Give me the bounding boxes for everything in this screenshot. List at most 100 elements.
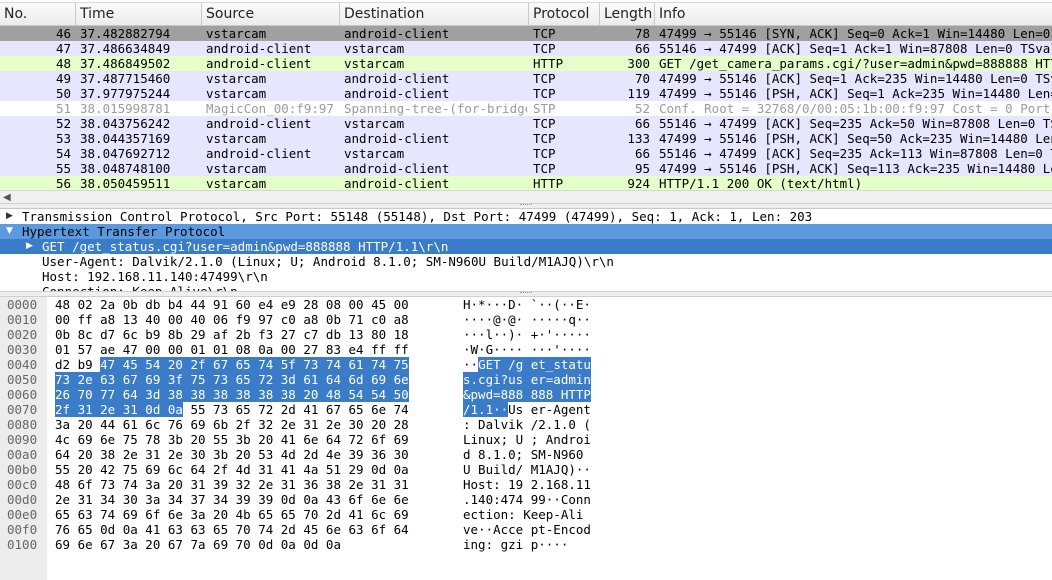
details-tree-item[interactable]: ▶ Transmission Control Protocol, Src Port…	[0, 209, 1052, 224]
bytes-ascii[interactable]: ··GET /g et_statu	[463, 357, 591, 372]
bytes-hex[interactable]: 0b 8c d7 6c b9 8b 29 af 2b f3 27 c7 db 1…	[55, 327, 409, 342]
packet-cell-protocol: TCP	[533, 41, 556, 56]
bytes-hex[interactable]: 64 20 38 2e 31 2e 30 3b 20 53 4d 2d 4e 3…	[55, 447, 409, 462]
bytes-hex[interactable]: d2 b9 47 45 54 20 2f 67 65 74 5f 73 74 6…	[55, 357, 409, 372]
details-tree-item[interactable]: Host: 192.168.11.140:47499\r\n	[0, 269, 1052, 284]
packet-cell-length: 133	[627, 131, 650, 146]
column-header-info[interactable]: Info	[655, 3, 1052, 25]
bytes-hex[interactable]: 00 ff a8 13 40 00 40 06 f9 97 c0 a8 0b 7…	[55, 312, 409, 327]
packet-row[interactable]: 56 38.050459511 vstarcam android-client HTTP…	[0, 176, 1052, 190]
column-header-time[interactable]: Time	[76, 3, 202, 25]
bytes-offset: 0030	[7, 342, 38, 357]
bytes-ascii-selected: GET /g et_statu	[478, 357, 591, 372]
bytes-ascii-segment: ·W·G···· ···'····	[463, 342, 591, 357]
packet-row[interactable]: 47 37.486634849 android-client vstarcam TCP 6…	[0, 41, 1052, 56]
collapse-arrow-icon[interactable]: ▶	[6, 209, 13, 224]
packet-cell-source: android-client	[206, 56, 312, 71]
packet-cell-destination: android-client	[344, 176, 450, 190]
details-tree-item[interactable]: User-Agent: Dalvik/2.1.0 (Linux; U; Andr…	[0, 254, 1052, 269]
bytes-hex[interactable]: 01 57 ae 47 00 00 01 01 08 0a 00 27 83 e…	[55, 342, 409, 357]
packet-row[interactable]: 51 38.015998781 MagicCon_00:f9:97 Spanning-…	[0, 101, 1052, 116]
bytes-hex[interactable]: 48 02 2a 0b db b4 44 91 60 e4 e9 28 08 0…	[55, 297, 409, 312]
packet-row[interactable]: 54 38.047692712 android-client vstarcam TCP 6…	[0, 146, 1052, 161]
bytes-hex[interactable]: 3a 20 44 61 6c 76 69 6b 2f 32 2e 31 2e 3…	[55, 417, 409, 432]
bytes-offset: 0040	[7, 357, 38, 372]
bytes-offset: 00d0	[7, 492, 38, 507]
bytes-hex[interactable]: 2e 31 34 30 3a 34 37 34 39 39 0d 0a 43 6…	[55, 492, 409, 507]
bytes-hex-segment: d2 b9	[55, 357, 101, 372]
bytes-hex-segment: 69 6e 67 3a 20 67 7a 69 70 0d 0a 0d 0a	[55, 537, 341, 552]
bytes-ascii[interactable]: ing: gzi p····	[463, 537, 568, 552]
bytes-ascii[interactable]: .140:474 99··Conn	[463, 492, 591, 507]
bytes-ascii[interactable]: s.cgi?us er=admin	[463, 372, 591, 387]
bytes-ascii[interactable]: ···l··)· +·'·····	[463, 327, 591, 342]
column-header-length[interactable]: Length	[600, 3, 655, 25]
bytes-offset: 0060	[7, 387, 38, 402]
bytes-hex-segment: 4c 69 6e 75 78 3b 20 55 3b 20 41 6e 64 7…	[55, 432, 409, 447]
bytes-ascii[interactable]: &pwd=888 888 HTTP	[463, 387, 591, 402]
packet-cell-time: 38.050459511	[80, 176, 171, 190]
packet-row[interactable]: 46 37.482882794 vstarcam android-client TCP 7…	[0, 26, 1052, 41]
packet-details-tree[interactable]: ▶ Transmission Control Protocol, Src Port…	[0, 208, 1052, 292]
bytes-ascii[interactable]: Host: 19 2.168.11	[463, 477, 591, 492]
column-header-protocol[interactable]: Protocol	[529, 3, 600, 25]
packet-cell-length: 78	[634, 26, 650, 41]
bytes-ascii[interactable]: ····@·@· ·····q··	[463, 312, 591, 327]
bytes-ascii[interactable]: Linux; U ; Androi	[463, 432, 591, 447]
packet-cell-no: 54	[55, 146, 71, 161]
column-header-destination[interactable]: Destination	[340, 3, 529, 25]
details-tree-item[interactable]: ▶ GET /get_status.cgi?user=admin&pwd=8888…	[0, 239, 1052, 254]
details-item-label: GET /get_status.cgi?user=admin&pwd=88888…	[42, 239, 449, 254]
bytes-ascii[interactable]: ve··Acce pt-Encod	[463, 522, 591, 537]
bytes-ascii[interactable]: : Dalvik /2.1.0 (	[463, 417, 591, 432]
packet-row[interactable]: 49 37.487715460 vstarcam android-client TCP 7…	[0, 71, 1052, 86]
bytes-hex[interactable]: 48 6f 73 74 3a 20 31 39 32 2e 31 36 38 2…	[55, 477, 409, 492]
bytes-ascii-segment: Linux; U ; Androi	[463, 432, 591, 447]
packet-cell-length: 52	[634, 101, 650, 116]
bytes-hex[interactable]: 2f 31 2e 31 0d 0a 55 73 65 72 2d 41 67 6…	[55, 402, 409, 417]
bytes-ascii-segment: : Dalvik /2.1.0 (	[463, 417, 591, 432]
packet-cell-protocol: TCP	[533, 116, 556, 131]
packet-row[interactable]: 48 37.486849502 android-client vstarcam HTTP…	[0, 56, 1052, 71]
bytes-ascii[interactable]: H·*···D· `··(··E·	[463, 297, 591, 312]
packet-row[interactable]: 50 37.977975244 vstarcam android-client TCP 1…	[0, 86, 1052, 101]
packet-row[interactable]: 53 38.044357169 vstarcam android-client TCP 1…	[0, 131, 1052, 146]
bytes-hex[interactable]: 69 6e 67 3a 20 67 7a 69 70 0d 0a 0d 0a	[55, 537, 341, 552]
bytes-ascii[interactable]: ection: Keep-Ali	[463, 507, 583, 522]
packet-cell-protocol: TCP	[533, 131, 556, 146]
collapse-arrow-icon[interactable]: ▶	[26, 239, 33, 254]
expand-arrow-icon[interactable]: ▼	[6, 224, 13, 239]
bytes-hex[interactable]: 76 65 0d 0a 41 63 63 65 70 74 2d 45 6e 6…	[55, 522, 409, 537]
splitter-grip-icon	[520, 292, 532, 295]
bytes-hex[interactable]: 4c 69 6e 75 78 3b 20 55 3b 20 41 6e 64 7…	[55, 432, 409, 447]
splitter-grip-icon	[520, 204, 532, 207]
packet-cell-info: 55146 → 47499 [ACK] Seq=1 Ack=1 Win=8780…	[659, 41, 1052, 56]
packet-row[interactable]: 52 38.043756242 android-client vstarcam TCP 6…	[0, 116, 1052, 131]
bytes-offset: 0050	[7, 372, 38, 387]
column-header-no[interactable]: No.	[0, 3, 76, 25]
packet-cell-protocol: TCP	[533, 86, 556, 101]
packet-cell-destination: vstarcam	[344, 41, 405, 56]
packet-cell-destination: android-client	[344, 86, 450, 101]
bytes-hex[interactable]: 55 20 42 75 69 6c 64 2f 4d 31 41 4a 51 2…	[55, 462, 409, 477]
bytes-hex-segment: 48 6f 73 74 3a 20 31 39 32 2e 31 36 38 2…	[55, 477, 409, 492]
packet-list[interactable]: No. Time Source Destination Protocol Len…	[0, 0, 1052, 190]
packet-cell-protocol: HTTP	[533, 56, 564, 71]
packet-cell-length: 119	[627, 86, 650, 101]
bytes-hex[interactable]: 26 70 77 64 3d 38 38 38 38 38 38 20 48 5…	[55, 387, 409, 402]
packet-row[interactable]: 55 38.048748100 vstarcam android-client TCP 9…	[0, 161, 1052, 176]
bytes-ascii[interactable]: /1.1··Us er-Agent	[463, 402, 591, 417]
column-header-source[interactable]: Source	[202, 3, 340, 25]
packet-cell-time: 37.487715460	[80, 71, 171, 86]
packet-cell-destination: android-client	[344, 71, 450, 86]
bytes-ascii[interactable]: d 8.1.0; SM-N960	[463, 447, 583, 462]
bytes-hex-selected: 26 70 77 64 3d 38 38 38 38 38 38 20 48 5…	[55, 387, 409, 402]
details-tree-item[interactable]: ▼ Hypertext Transfer Protocol	[0, 224, 1052, 239]
bytes-ascii[interactable]: U Build/ M1AJQ)··	[463, 462, 591, 477]
bytes-ascii[interactable]: ·W·G···· ···'····	[463, 342, 591, 357]
packet-cell-length: 66	[634, 116, 650, 131]
bytes-hex-segment: 55 73 65 72 2d 41 67 65 6e 74	[182, 402, 409, 417]
bytes-hex[interactable]: 73 2e 63 67 69 3f 75 73 65 72 3d 61 64 6…	[55, 372, 409, 387]
bytes-hex[interactable]: 65 63 74 69 6f 6e 3a 20 4b 65 65 70 2d 4…	[55, 507, 409, 522]
packet-bytes-pane[interactable]: 0000 48 02 2a 0b db b4 44 91 60 e4 e9 28 …	[0, 297, 1052, 580]
